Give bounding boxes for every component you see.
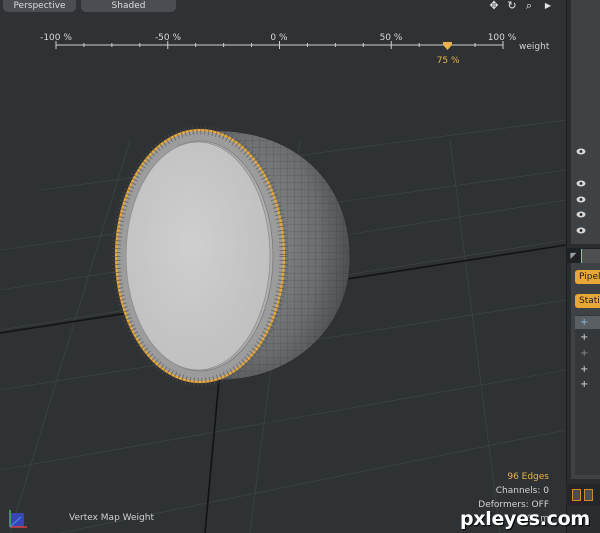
- tick-label: -100 %: [40, 33, 72, 43]
- selection-count: 96 Edges: [507, 472, 549, 482]
- pipeline-button[interactable]: Pipel: [575, 270, 600, 284]
- weight-slider[interactable]: -100 % -50 % 0 % 50 % 100 % weight 75 %: [0, 30, 566, 70]
- axis-gizmo-icon: [9, 510, 27, 528]
- mesh-front-face[interactable]: [125, 141, 271, 371]
- slider-handle[interactable]: [442, 42, 452, 50]
- move-view-icon[interactable]: ✥: [487, 0, 501, 12]
- visibility-eye-icon[interactable]: [576, 196, 586, 203]
- active-tool-name: Vertex Map Weight: [69, 513, 154, 523]
- expand-icon[interactable]: +: [580, 333, 588, 343]
- shading-mode-dropdown[interactable]: Shaded: [81, 0, 176, 12]
- 3d-viewport[interactable]: Perspective Shaded ✥ ↻ ⌕ ▶ -100 % -50 % …: [0, 0, 566, 533]
- visibility-eye-icon[interactable]: [576, 148, 586, 155]
- scene-canvas[interactable]: [0, 0, 566, 533]
- tick-label: -50 %: [154, 33, 182, 43]
- panel-tab-bar: ◤: [567, 248, 600, 263]
- tick-label: 100 %: [487, 33, 517, 43]
- slider-label: weight: [519, 42, 550, 52]
- layout-button[interactable]: [584, 489, 593, 501]
- tick-label: 50 %: [379, 33, 403, 43]
- visibility-eye-icon[interactable]: [576, 227, 586, 234]
- expand-icon[interactable]: +: [580, 365, 588, 375]
- statistics-button[interactable]: Stati: [575, 294, 600, 308]
- layout-button[interactable]: [572, 489, 581, 501]
- rotate-view-icon[interactable]: ↻: [505, 0, 519, 12]
- slider-value: 75 %: [436, 56, 460, 66]
- item-list-panel: [571, 0, 600, 244]
- panel-tab[interactable]: [581, 249, 600, 263]
- channels-status: Channels: 0: [495, 486, 549, 496]
- menu-arrow-icon[interactable]: ▶: [541, 0, 555, 12]
- expand-icon[interactable]: +: [580, 380, 588, 390]
- visibility-eye-icon[interactable]: [576, 211, 586, 218]
- watermark: pxleyes.com: [460, 508, 590, 530]
- view-mode-dropdown[interactable]: Perspective: [3, 0, 76, 12]
- tick-label: 0 %: [270, 33, 288, 43]
- zoom-view-icon[interactable]: ⌕: [522, 0, 536, 12]
- panel-menu-icon[interactable]: ◤: [569, 251, 578, 260]
- expand-icon[interactable]: +: [580, 318, 588, 328]
- expand-icon[interactable]: +: [580, 349, 588, 359]
- visibility-eye-icon[interactable]: [576, 180, 586, 187]
